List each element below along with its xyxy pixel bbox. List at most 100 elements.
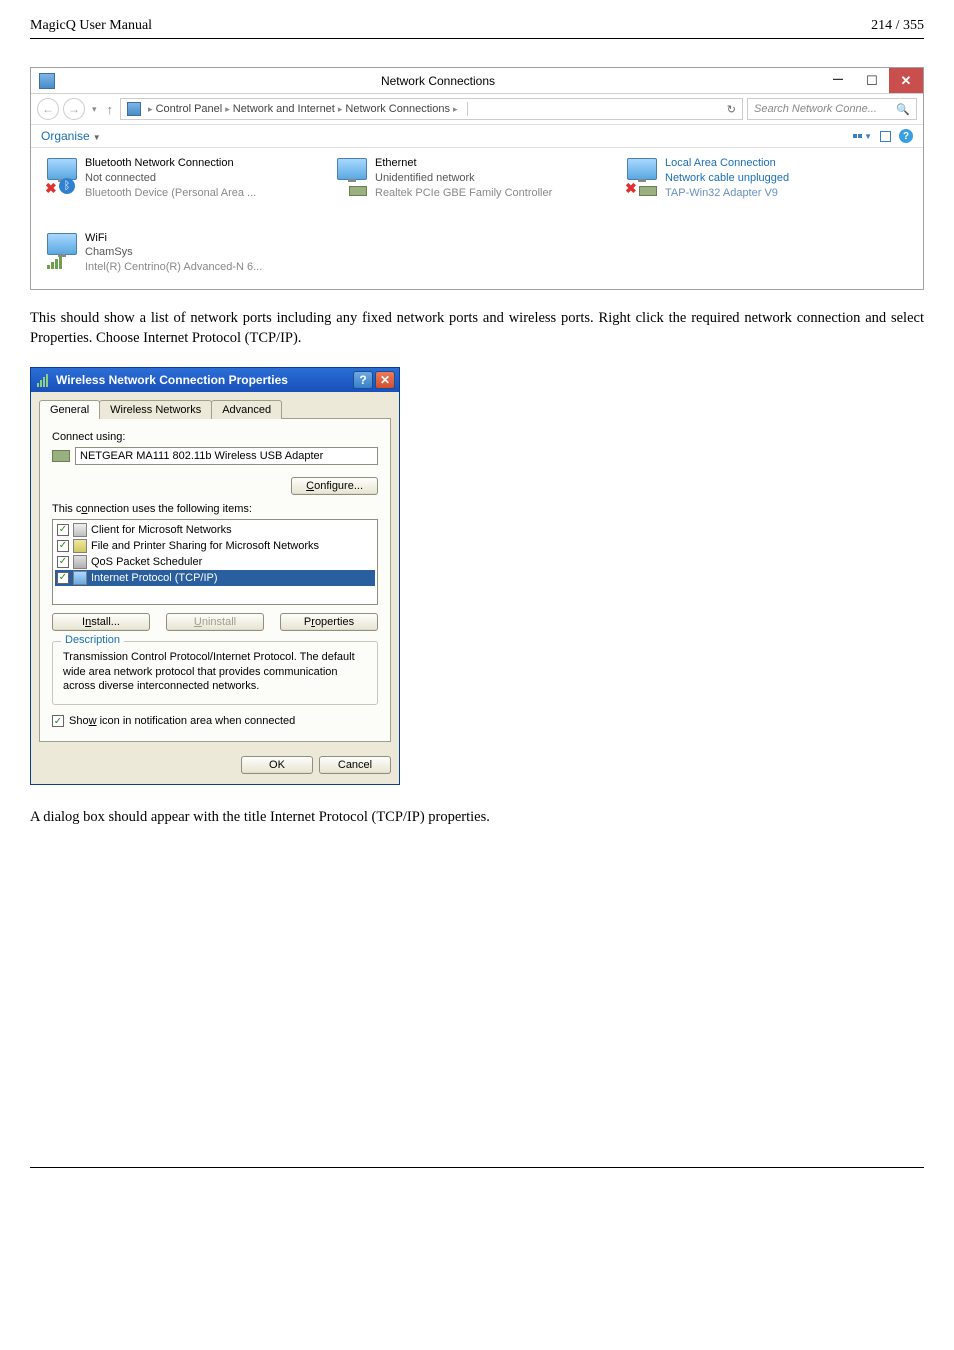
tab-panel-general: Connect using: NETGEAR MA111 802.11b Wir…	[39, 418, 391, 743]
conn-name: Ethernet	[375, 156, 552, 171]
preview-pane-button[interactable]	[880, 131, 891, 142]
network-icon	[337, 158, 367, 180]
chevron-right-icon: ▸	[338, 104, 343, 115]
properties-button[interactable]: Properties	[280, 613, 378, 631]
search-placeholder: Search Network Conne...	[754, 103, 877, 115]
conn-device: Realtek PCIe GBE Family Controller	[375, 186, 552, 201]
view-mode-button[interactable]: ▼	[853, 132, 872, 141]
page-number: 214 / 355	[871, 18, 924, 34]
items-label: This connection uses the following items…	[52, 503, 378, 515]
refresh-icon[interactable]: ↻	[719, 103, 736, 116]
conn-status: ChamSys	[85, 245, 262, 260]
network-icon	[627, 158, 657, 180]
install-button[interactable]: Install...	[52, 613, 150, 631]
window-title: Network Connections	[55, 74, 821, 88]
conn-device: TAP-Win32 Adapter V9	[665, 186, 789, 201]
description-title: Description	[61, 634, 124, 646]
item-label: QoS Packet Scheduler	[91, 556, 202, 568]
chevron-down-icon: ▼	[93, 133, 101, 142]
disabled-x-icon: ✖	[45, 180, 59, 194]
nic-icon	[639, 186, 657, 196]
close-button[interactable]: ✕	[375, 371, 395, 389]
breadcrumb-root[interactable]: Control Panel	[156, 103, 223, 115]
doc-title: MagicQ User Manual	[30, 18, 152, 34]
list-item[interactable]: ✓ QoS Packet Scheduler	[55, 554, 375, 570]
share-icon	[73, 539, 87, 553]
help-icon[interactable]: ?	[899, 129, 913, 143]
instruction-para-2: A dialog box should appear with the titl…	[30, 807, 924, 827]
window-icon	[39, 73, 55, 89]
description-text: Transmission Control Protocol/Internet P…	[63, 650, 367, 695]
checkbox-icon[interactable]: ✓	[57, 556, 69, 568]
toolbar: Organise▼ ▼ ?	[31, 125, 923, 148]
tab-advanced[interactable]: Advanced	[211, 400, 282, 419]
connection-bluetooth[interactable]: ✖ ᛒ Bluetooth Network Connection Not con…	[45, 156, 295, 201]
show-icon-label: Show icon in notification area when conn…	[69, 715, 295, 727]
back-button[interactable]: ←	[37, 98, 59, 120]
connection-lac[interactable]: ✖ Local Area Connection Network cable un…	[625, 156, 875, 201]
chevron-right-icon: ▸	[453, 104, 458, 115]
network-icon	[47, 158, 77, 180]
adapter-icon	[52, 450, 70, 462]
cancel-button[interactable]: Cancel	[319, 756, 391, 774]
network-icon	[47, 233, 77, 255]
chevron-right-icon: ▸	[148, 104, 153, 115]
item-label: Client for Microsoft Networks	[91, 524, 232, 536]
uninstall-button[interactable]: Uninstall	[166, 613, 264, 631]
conn-status: Network cable unplugged	[665, 171, 789, 186]
instruction-para-1: This should show a list of network ports…	[30, 308, 924, 349]
wireless-icon	[37, 373, 51, 387]
forward-button[interactable]: →	[63, 98, 85, 120]
dialog-titlebar: Wireless Network Connection Properties ?…	[31, 368, 399, 392]
conn-name: WiFi	[85, 231, 262, 246]
footer-rule	[30, 1167, 924, 1168]
show-icon-checkbox-row[interactable]: ✓ Show icon in notification area when co…	[52, 715, 378, 727]
checkbox-icon[interactable]: ✓	[52, 715, 64, 727]
ok-button[interactable]: OK	[241, 756, 313, 774]
list-item-selected[interactable]: ✓ Internet Protocol (TCP/IP)	[55, 570, 375, 586]
organise-menu[interactable]: Organise▼	[41, 129, 101, 143]
disabled-x-icon: ✖	[625, 180, 639, 194]
checkbox-icon[interactable]: ✓	[57, 572, 69, 584]
breadcrumb-leaf[interactable]: Network Connections	[345, 103, 450, 115]
conn-status: Not connected	[85, 171, 256, 186]
chevron-down-icon: ▼	[864, 132, 872, 141]
adapter-field: NETGEAR MA111 802.11b Wireless USB Adapt…	[75, 447, 378, 465]
help-button[interactable]: ?	[353, 371, 373, 389]
connection-wifi[interactable]: WiFi ChamSys Intel(R) Centrino(R) Advanc…	[45, 231, 295, 276]
conn-name: Local Area Connection	[665, 156, 789, 171]
description-group: Description Transmission Control Protoco…	[52, 641, 378, 706]
wireless-properties-dialog: Wireless Network Connection Properties ?…	[30, 367, 400, 786]
search-icon: 🔍	[896, 103, 910, 116]
list-item[interactable]: ✓ File and Printer Sharing for Microsoft…	[55, 538, 375, 554]
dialog-title: Wireless Network Connection Properties	[56, 373, 353, 387]
bluetooth-icon: ᛒ	[59, 178, 75, 194]
conn-name: Bluetooth Network Connection	[85, 156, 256, 171]
history-dropdown-icon[interactable]: ▾	[92, 104, 97, 115]
checkbox-icon[interactable]: ✓	[57, 524, 69, 536]
close-button[interactable]: ✕	[889, 68, 923, 93]
breadcrumb-mid[interactable]: Network and Internet	[233, 103, 335, 115]
conn-device: Bluetooth Device (Personal Area ...	[85, 186, 256, 201]
item-label: Internet Protocol (TCP/IP)	[91, 572, 218, 584]
search-input[interactable]: Search Network Conne... 🔍	[747, 98, 917, 120]
checkbox-icon[interactable]: ✓	[57, 540, 69, 552]
list-item[interactable]: ✓ Client for Microsoft Networks	[55, 522, 375, 538]
minimize-button[interactable]: –	[821, 68, 855, 93]
tab-general[interactable]: General	[39, 400, 100, 419]
configure-button[interactable]: Configure...	[291, 477, 378, 495]
maximize-button[interactable]: ☐	[855, 68, 889, 93]
up-button[interactable]: ↑	[107, 102, 114, 117]
conn-status: Unidentified network	[375, 171, 552, 186]
location-icon	[127, 102, 141, 116]
items-listbox[interactable]: ✓ Client for Microsoft Networks ✓ File a…	[52, 519, 378, 605]
connections-list: ✖ ᛒ Bluetooth Network Connection Not con…	[31, 148, 923, 289]
header-rule	[30, 38, 924, 39]
connect-using-label: Connect using:	[52, 431, 378, 443]
conn-device: Intel(R) Centrino(R) Advanced-N 6...	[85, 260, 262, 275]
breadcrumb[interactable]: ▸ Control Panel ▸ Network and Internet ▸…	[120, 98, 743, 120]
connection-ethernet[interactable]: Ethernet Unidentified network Realtek PC…	[335, 156, 585, 201]
nic-icon	[349, 186, 367, 196]
chevron-right-icon: ▸	[225, 104, 230, 115]
tab-wireless[interactable]: Wireless Networks	[99, 400, 212, 419]
